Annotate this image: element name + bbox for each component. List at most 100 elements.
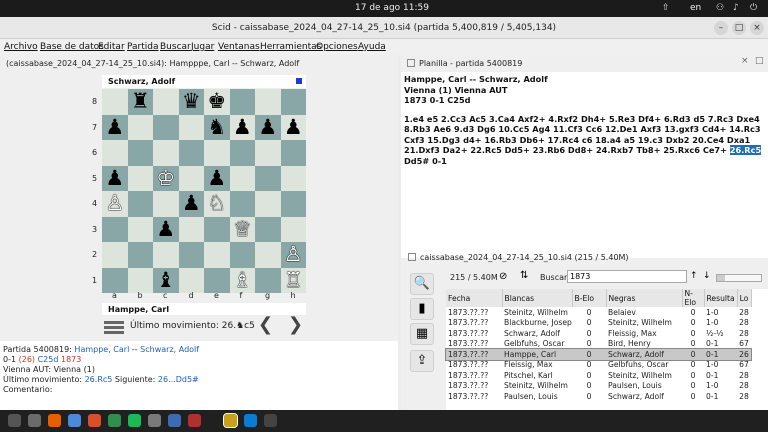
menu-editar[interactable]: Editar [98, 42, 125, 52]
square-d7[interactable] [178, 114, 204, 140]
piece-a5[interactable]: ♟ [102, 166, 128, 192]
next-move-link[interactable]: 26...Dd5# [158, 375, 199, 384]
square-g4[interactable] [255, 191, 281, 217]
piece-c1[interactable]: ♝ [153, 268, 179, 294]
whatsapp-icon[interactable] [108, 414, 121, 427]
power-icon[interactable]: ⏻ [750, 3, 757, 13]
chess-board[interactable]: ♜ ♛ ♚ ♟ ♞ ♟ ♟ ♟ ♟ ♔ ♟ ♙ ♟ ♘ ♟ ♕ ♙ ♝ ♗ ♖ [102, 89, 306, 293]
chevron-left-icon[interactable]: ❮ [258, 314, 273, 335]
piece-c5[interactable]: ♔ [153, 166, 179, 192]
app4-icon[interactable] [188, 414, 201, 427]
notation-checkbox[interactable] [407, 59, 415, 67]
square-c8[interactable] [153, 89, 179, 115]
piece-f3[interactable]: ♕ [230, 217, 256, 243]
square-e1[interactable] [204, 267, 230, 293]
table-row[interactable]: 1873.??.?? Schwarz, Adolf 0 Fleissig, Max 0 ½… [446, 328, 751, 339]
piece-c3[interactable]: ♟ [153, 217, 179, 243]
square-h3[interactable] [280, 216, 306, 242]
column-header[interactable]: Negras [606, 289, 683, 307]
square-d3[interactable] [178, 216, 204, 242]
square-f2[interactable] [229, 242, 255, 268]
language-indicator[interactable]: en [690, 3, 701, 13]
menu-ventanas[interactable]: Ventanas [218, 42, 260, 52]
piece-h1[interactable]: ♖ [281, 268, 307, 294]
column-header[interactable]: Resulta [704, 289, 738, 307]
piece-d8[interactable]: ♛ [179, 89, 205, 115]
notation-maximize-icon[interactable]: □ [755, 56, 764, 66]
square-g5[interactable] [255, 165, 281, 191]
upload-icon[interactable]: ⇧ [662, 3, 670, 13]
arrow-up-icon[interactable]: ↑ [690, 271, 698, 281]
square-b3[interactable] [127, 216, 153, 242]
notation-moves[interactable]: 1.e4 e5 2.Cc3 Ac5 3.Ca4 Axf2+ 4.Rxf2 Dh4… [404, 114, 764, 167]
network-icon[interactable]: ⚇ [716, 3, 724, 13]
square-h5[interactable] [280, 165, 306, 191]
square-b2[interactable] [127, 242, 153, 268]
square-a8[interactable] [102, 89, 128, 115]
chevron-right-icon[interactable]: ❯ [288, 314, 303, 335]
square-h4[interactable] [280, 191, 306, 217]
notation-close-icon[interactable]: × [741, 56, 749, 66]
square-c6[interactable] [153, 140, 179, 166]
vscode-icon[interactable] [244, 414, 257, 427]
square-b1[interactable] [127, 267, 153, 293]
last-move-link[interactable]: 26.Rc5 [85, 375, 113, 384]
column-header[interactable]: Blancas [502, 289, 573, 307]
piece-e8[interactable]: ♚ [204, 89, 230, 115]
gamelist-slider[interactable] [716, 274, 762, 282]
board-tab[interactable]: (caissabase_2024_04_27-14_25_10.si4): Ha… [6, 57, 396, 71]
volume-icon[interactable]: ♪ [733, 3, 739, 13]
square-e2[interactable] [204, 242, 230, 268]
table-row[interactable]: 1873.??.?? Steinitz, Wilhelm 0 Belaiev 0 1-0 2… [446, 307, 751, 318]
table-row[interactable]: 1873.??.?? Gelbfuhs, Oscar 0 Bird, Henry 0 0-… [446, 339, 751, 350]
menu-ayuda[interactable]: Ayuda [358, 42, 386, 52]
square-g6[interactable] [255, 140, 281, 166]
arrow-down-icon[interactable]: ↓ [703, 271, 711, 281]
piece-e4[interactable]: ♘ [204, 191, 230, 217]
column-header[interactable]: N-Elo [682, 289, 705, 307]
menu-opciones[interactable]: Opciones [316, 42, 358, 52]
square-f6[interactable] [229, 140, 255, 166]
minimize-icon[interactable]: – [714, 21, 728, 35]
square-a2[interactable] [102, 242, 128, 268]
chromium-icon[interactable] [68, 414, 81, 427]
piece-d4[interactable]: ♟ [179, 191, 205, 217]
square-g3[interactable] [255, 216, 281, 242]
square-d5[interactable] [178, 165, 204, 191]
square-c7[interactable] [153, 114, 179, 140]
apps-icon[interactable] [8, 414, 21, 427]
column-header[interactable]: Fecha [446, 289, 503, 307]
table-row[interactable]: 1873.??.?? Steinitz, Wilhelm 0 Paulsen, Lou… [446, 381, 751, 392]
column-header[interactable]: B-Elo [572, 289, 607, 307]
square-b6[interactable] [127, 140, 153, 166]
table-row[interactable]: 1873.??.?? Paulsen, Louis 0 Schwarz, Adolf 0… [446, 391, 751, 402]
menu-jugar[interactable]: Jugar [191, 42, 214, 52]
board-icon[interactable]: ▦ [410, 323, 434, 345]
column-header[interactable]: Lo [737, 289, 752, 307]
square-d2[interactable] [178, 242, 204, 268]
square-g2[interactable] [255, 242, 281, 268]
square-g8[interactable] [255, 89, 281, 115]
search-db-icon[interactable]: 🔍 [410, 273, 434, 295]
square-g1[interactable] [255, 267, 281, 293]
square-a1[interactable] [102, 267, 128, 293]
app-icon[interactable] [88, 414, 101, 427]
square-f8[interactable] [229, 89, 255, 115]
firefox-icon[interactable] [48, 414, 61, 427]
piece-h2[interactable]: ♙ [281, 242, 307, 268]
black-player-link[interactable]: Schwarz, Adolf [140, 345, 199, 354]
eco-link[interactable]: C25d [38, 355, 59, 364]
piece-a4[interactable]: ♙ [102, 191, 128, 217]
piece-h7[interactable]: ♟ [281, 115, 307, 141]
square-b5[interactable] [127, 165, 153, 191]
square-h8[interactable] [280, 89, 306, 115]
current-move[interactable]: 26.Rc5 [729, 145, 762, 155]
clock[interactable]: 17 de ago 11:59 [355, 3, 429, 13]
piece-a7[interactable]: ♟ [102, 115, 128, 141]
scid-taskbar-icon[interactable] [223, 413, 238, 428]
search-input[interactable] [567, 270, 687, 283]
square-a3[interactable] [102, 216, 128, 242]
menu-base-de-datos[interactable]: Base de datos [40, 42, 104, 52]
filter-options-icon[interactable]: ⇅ [520, 270, 528, 281]
white-player-link[interactable]: Hamppe, Carl [74, 345, 129, 354]
